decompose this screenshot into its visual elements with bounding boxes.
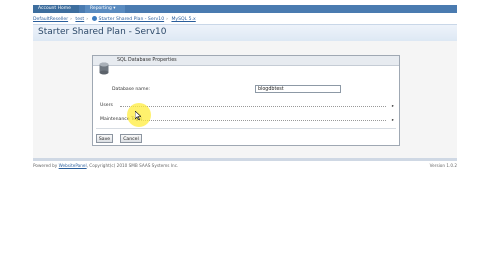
breadcrumb-mysql[interactable]: MySQL 5.x	[171, 17, 195, 22]
breadcrumb-reseller[interactable]: DefaultReseller	[33, 17, 68, 22]
sql-database-properties-panel: SQL Database Properties Database name: b…	[92, 55, 400, 146]
tab-account-home[interactable]: Account Home	[33, 5, 79, 13]
database-name-input[interactable]: blogdbtest	[255, 85, 341, 93]
expand-arrow-icon: ▸	[391, 103, 394, 108]
breadcrumb-test[interactable]: test	[75, 17, 84, 22]
globe-icon	[91, 16, 97, 21]
section-divider-line	[120, 106, 386, 107]
panel-title: SQL Database Properties	[117, 58, 177, 63]
page-header: Starter Shared Plan - Serv10	[33, 24, 457, 42]
footer-copyright: , Copyright(c) 2010 SMB SAAS Systems Inc…	[86, 163, 179, 168]
save-button[interactable]: Save	[96, 134, 113, 143]
expand-arrow-icon: ▸	[391, 117, 394, 122]
tab-reporting[interactable]: Reporting ▾	[85, 5, 125, 13]
database-name-label: Database name:	[112, 87, 150, 92]
breadcrumb-separator: ›	[70, 17, 72, 22]
cancel-button[interactable]: Cancel	[120, 134, 142, 143]
breadcrumb-plan[interactable]: Starter Shared Plan - Serv10	[99, 17, 165, 22]
content-bottom-bar	[33, 158, 457, 161]
mouse-pointer-icon	[135, 111, 141, 120]
websitepanel-link[interactable]: WebsitePanel	[59, 163, 87, 168]
button-row-divider	[96, 128, 396, 129]
breadcrumb-separator: ›	[166, 17, 168, 22]
database-icon	[99, 62, 109, 75]
breadcrumb-separator: ›	[86, 17, 89, 22]
panel-title-bar: SQL Database Properties	[93, 56, 399, 66]
section-divider-line	[136, 120, 386, 121]
footer-prefix: Powered by	[33, 163, 58, 168]
footer: Powered by WebsitePanel, Copyright(c) 20…	[33, 162, 457, 170]
breadcrumb: DefaultReseller › test › Starter Shared Pl…	[33, 15, 457, 24]
page-title: Starter Shared Plan - Serv10	[38, 27, 167, 37]
top-nav: Account Home Reporting ▾	[33, 5, 457, 13]
version-label: Version 1.0.2	[429, 163, 457, 168]
users-section-label: Users	[100, 103, 113, 108]
